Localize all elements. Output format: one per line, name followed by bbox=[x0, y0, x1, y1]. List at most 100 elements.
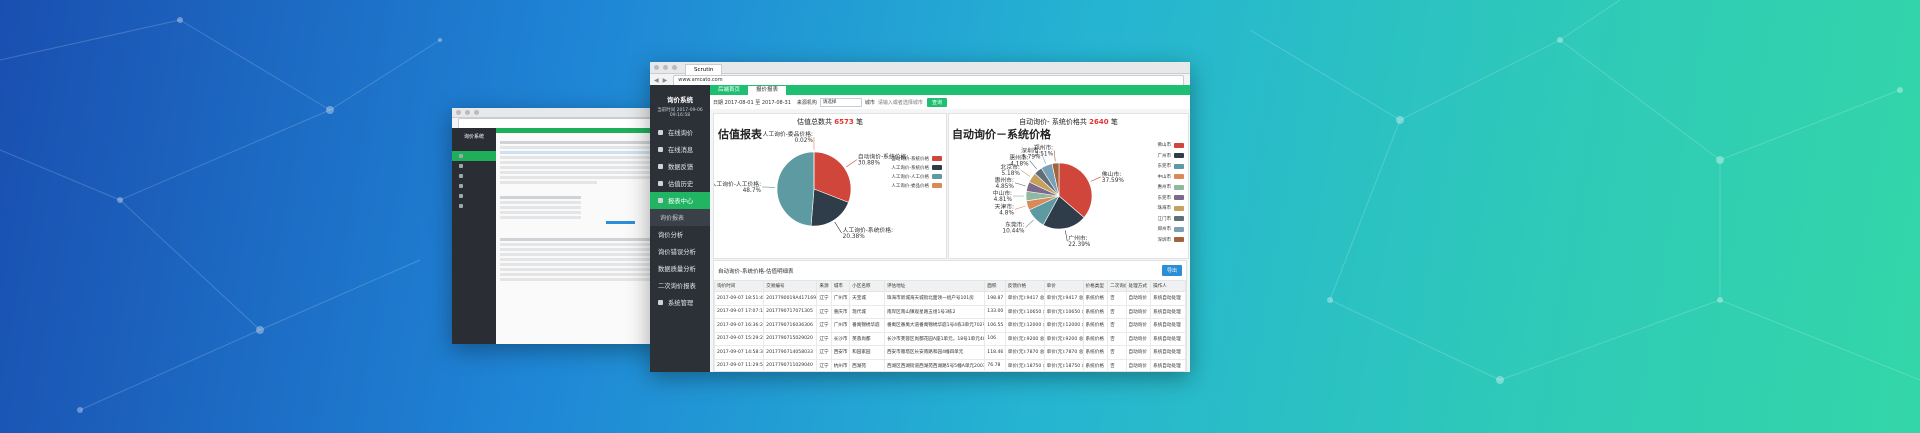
back-arrow-icon[interactable]: ◀ bbox=[654, 77, 659, 84]
legend-item[interactable]: 人工询价-人工价格 bbox=[891, 172, 942, 181]
legend-item[interactable]: 人工询价-系统价格 bbox=[891, 163, 942, 172]
browser-tab[interactable]: Scrutin bbox=[685, 63, 723, 75]
sidebar-item[interactable]: 二次询价报表 bbox=[650, 277, 710, 294]
table-row[interactable]: 2017-09-07 15:29:27 2017790715029020 辽宁 长沙市… bbox=[713, 331, 1186, 346]
date-range[interactable]: 日期 2017-08-01 至 2017-08-31 bbox=[713, 99, 791, 106]
legend-item[interactable]: 郑州市 bbox=[1158, 224, 1184, 235]
table-cell: 106.55 bbox=[984, 318, 1006, 333]
back-sidebar-item[interactable] bbox=[452, 161, 496, 171]
legend-item[interactable]: 东莞市 bbox=[1158, 161, 1184, 172]
table-header[interactable]: 单价 bbox=[1043, 280, 1084, 292]
sidebar-item[interactable]: 询价错误分析 bbox=[650, 243, 710, 260]
back-sidebar-item[interactable] bbox=[452, 191, 496, 201]
sidebar-item[interactable]: 询价报表 bbox=[650, 209, 710, 226]
table-header[interactable]: 小区名称 bbox=[849, 280, 885, 292]
sidebar-item[interactable]: 询价分析 bbox=[650, 226, 710, 243]
source-select[interactable]: 请选择 bbox=[819, 97, 862, 107]
table-cell: 否 bbox=[1107, 331, 1127, 346]
table-header[interactable]: 交易编号 bbox=[763, 280, 818, 292]
legend-item[interactable]: 广州市 bbox=[1158, 151, 1184, 162]
table-header[interactable]: 来源 bbox=[816, 280, 832, 292]
table-cell: 系统价格 bbox=[1082, 304, 1109, 319]
table-header[interactable]: 面积 bbox=[984, 280, 1006, 292]
menu-icon bbox=[658, 130, 663, 135]
table-cell: 系统自动处理 bbox=[1150, 318, 1186, 333]
forward-arrow-icon[interactable]: ▶ bbox=[663, 77, 668, 84]
table-cell: 单价(元):9417 总价(万):1871.99 bbox=[1004, 291, 1045, 306]
tab-home[interactable]: 后端首页 bbox=[710, 86, 748, 95]
export-button[interactable]: 导出 bbox=[1161, 265, 1182, 276]
back-sidebar-item[interactable] bbox=[452, 151, 496, 161]
back-sidebar-item[interactable] bbox=[452, 171, 496, 181]
pie-data-label: 广州市: bbox=[1068, 234, 1087, 242]
sidebar-item[interactable]: 系统管理 bbox=[650, 294, 710, 311]
table-title: 自动询价-系统价格-估值明细表 bbox=[718, 268, 794, 275]
table-header[interactable]: 城市 bbox=[830, 280, 851, 292]
table-cell: 2017-09-07 14:58:37 bbox=[713, 345, 765, 360]
legend-item[interactable]: 东莞市 bbox=[1158, 193, 1184, 204]
table-header[interactable]: 询价时间 bbox=[713, 280, 765, 292]
legend-item[interactable]: 珠海市 bbox=[1158, 203, 1184, 214]
table-cell: 106 bbox=[984, 331, 1006, 346]
legend-item[interactable]: 惠州市 bbox=[1158, 182, 1184, 193]
table-cell: 系统自动处理 bbox=[1150, 345, 1186, 360]
table-header[interactable]: 二次询价 bbox=[1107, 280, 1127, 292]
table-header[interactable]: 反馈价格 bbox=[1004, 280, 1045, 292]
source-label: 来源机构 bbox=[796, 99, 817, 106]
sidebar-item[interactable]: 报表中心 bbox=[650, 192, 710, 209]
sidebar-item-label: 询价报表 bbox=[660, 215, 685, 222]
label-line bbox=[1014, 182, 1026, 187]
table-row[interactable]: 2017-09-07 11:29:55 2017790711029040 辽宁 杭州市… bbox=[713, 358, 1186, 372]
legend-swatch bbox=[1174, 142, 1184, 148]
table-cell: 否 bbox=[1107, 291, 1127, 306]
legend-item[interactable]: 人工询价-委品价格 bbox=[891, 181, 942, 190]
table-row[interactable]: 2017-09-07 14:58:37 2017790714058033 辽宁 西安市… bbox=[713, 345, 1186, 360]
pie-slice[interactable] bbox=[776, 151, 815, 227]
sidebar-item[interactable]: 数据反馈 bbox=[650, 158, 710, 175]
table-row[interactable]: 2017-09-07 17:07:12 2017790717071305 辽宁 重庆市… bbox=[713, 304, 1186, 319]
back-sidebar-item[interactable] bbox=[452, 181, 496, 191]
table-header[interactable]: 操作人 bbox=[1150, 280, 1186, 292]
legend-item[interactable]: 佛山市 bbox=[1158, 140, 1184, 151]
legend-swatch bbox=[1174, 205, 1184, 211]
menu-icon bbox=[658, 164, 663, 169]
legend-item[interactable]: 江门市 bbox=[1158, 214, 1184, 225]
table-row[interactable]: 2017-09-07 18:51:45 2017790019A417169 辽宁 广州… bbox=[713, 291, 1186, 306]
table-cell: 西湖苑 bbox=[849, 358, 885, 372]
table-cell: 2017-09-07 17:07:12 bbox=[713, 304, 765, 319]
table-cell: 133.00 bbox=[984, 304, 1006, 319]
legend-item[interactable]: 深圳市 bbox=[1158, 235, 1184, 246]
table-header[interactable]: 评估地址 bbox=[883, 280, 986, 292]
sidebar-item[interactable]: 估值历史 bbox=[650, 175, 710, 192]
table-cell: 2017790019A417169 bbox=[763, 291, 818, 306]
table-cell: 重庆市 bbox=[830, 304, 851, 319]
table-cell: 2017790714058033 bbox=[763, 345, 818, 360]
label-line bbox=[1065, 230, 1068, 242]
sidebar-item[interactable]: 在线询价 bbox=[650, 124, 710, 141]
table-cell: 2017790717071305 bbox=[763, 304, 818, 319]
back-sidebar-item[interactable] bbox=[452, 201, 496, 211]
table-cell: 单价(元):18750 总价(万):143.96 bbox=[1004, 358, 1045, 372]
table-cell: 单价(元):18750 总价(万):143.96 bbox=[1043, 358, 1084, 372]
tab-report[interactable]: 报价报表 bbox=[748, 86, 787, 95]
sidebar-item[interactable]: 数据质量分析 bbox=[650, 260, 710, 277]
sidebar-item[interactable]: 在线消息 bbox=[650, 141, 710, 158]
table-header[interactable]: 价格类型 bbox=[1082, 280, 1109, 292]
table-cell: 2017-09-07 18:51:45 bbox=[713, 291, 765, 306]
label-line bbox=[846, 159, 858, 168]
legend-item[interactable]: 中山市 bbox=[1158, 172, 1184, 183]
valuation-legend: 自动询价-系统价格 人工询价-系统价格 人工询价-人工价格 人工询价-委品价格 bbox=[891, 154, 942, 190]
filter-bar: 日期 2017-08-01 至 2017-08-31 来源机构 请选择 城市 请… bbox=[710, 95, 1190, 109]
back-browser-window: 询价系统 bbox=[452, 108, 658, 344]
table-cell: 118.46 bbox=[984, 345, 1006, 360]
detail-table: 询价时间交易编号来源城市小区名称评估地址面积反馈价格单价价格类型二次询价处理方式… bbox=[713, 280, 1186, 372]
query-button[interactable]: 查询 bbox=[926, 97, 947, 107]
table-row[interactable]: 2017-09-07 16:36:26 2017790716036306 辽宁 广州市… bbox=[713, 318, 1186, 333]
pie-data-label: 3.51% bbox=[1035, 151, 1054, 157]
url-field[interactable]: www.amcato.com bbox=[673, 74, 1184, 86]
table-cell: 否 bbox=[1107, 318, 1127, 333]
table-header[interactable]: 处理方式 bbox=[1125, 280, 1152, 292]
table-cell: 系统价格 bbox=[1082, 331, 1109, 346]
legend-item[interactable]: 自动询价-系统价格 bbox=[891, 154, 942, 163]
city-input[interactable]: 请输入或者选择城市 bbox=[878, 99, 923, 106]
